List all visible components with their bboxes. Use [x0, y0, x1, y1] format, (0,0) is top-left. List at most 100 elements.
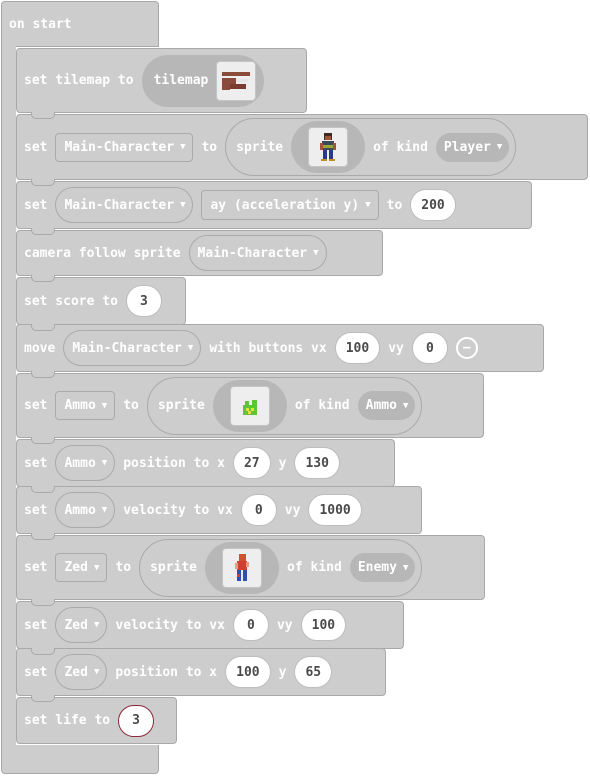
variable-name: Main-Character: [64, 197, 175, 213]
player-sprite-icon[interactable]: [308, 127, 349, 167]
main-character-variable-dropdown[interactable]: Main-Character ▼: [55, 187, 194, 223]
caret-down-icon: ▼: [93, 620, 100, 630]
set-ammo-sprite-block[interactable]: set Ammo ▼ to sprite of kind Ammo ▼: [16, 373, 484, 444]
tilemap-label: tilemap: [153, 73, 209, 88]
on-start-container-foot: [1, 745, 159, 774]
zed-variable-dropdown[interactable]: Zed ▼: [55, 654, 108, 690]
set-ammo-velocity-block[interactable]: set Ammo ▼ velocity to vx 0 vy 1000: [16, 486, 422, 540]
set-tilemap-label: set tilemap to: [24, 73, 134, 88]
set-keyword: set: [24, 455, 48, 471]
sprite-of-kind-reporter[interactable]: sprite of kind Ammo ▼: [146, 376, 423, 435]
tilemap-reporter[interactable]: tilemap: [141, 54, 265, 107]
caret-down-icon: ▼: [365, 200, 371, 210]
set-keyword: set: [24, 502, 48, 518]
caret-down-icon: ▼: [180, 142, 186, 152]
vy-keyword: vy: [284, 502, 301, 518]
set-score-block[interactable]: set score to 3: [16, 277, 186, 331]
x-value-input[interactable]: 27: [232, 447, 271, 479]
y-keyword: y: [278, 455, 287, 471]
y-value-input[interactable]: 130: [294, 447, 340, 479]
sprite-image-well[interactable]: [205, 541, 280, 594]
variable-name: Zed: [64, 560, 88, 575]
ammo-variable-dropdown[interactable]: Ammo ▼: [55, 445, 116, 481]
vy-value-input[interactable]: 0: [411, 332, 448, 364]
ammo-variable-dropdown[interactable]: Ammo ▼: [55, 492, 116, 528]
variable-name: Ammo: [64, 398, 96, 413]
tilemap-image-icon[interactable]: [216, 60, 257, 101]
sprite-property-dropdown[interactable]: ay (acceleration y) ▼: [201, 190, 379, 220]
of-kind-keyword: of kind: [294, 398, 350, 413]
sprite-image-well[interactable]: [291, 121, 366, 173]
vy-keyword: vy: [388, 340, 404, 356]
variable-name: Main-Character: [72, 340, 182, 356]
set-life-label: set life to: [24, 713, 111, 728]
variable-name: Zed: [64, 664, 88, 680]
caret-down-icon: ▼: [402, 400, 409, 411]
caret-down-icon: ▼: [496, 142, 503, 152]
sprite-image-well[interactable]: [212, 379, 287, 432]
caret-down-icon: ▼: [187, 343, 194, 353]
zed-variable-dropdown[interactable]: Zed ▼: [55, 607, 108, 643]
kind-player-dropdown[interactable]: Player ▼: [435, 132, 510, 162]
main-character-variable-dropdown[interactable]: Main-Character ▼: [188, 235, 327, 271]
set-score-label: set score to: [24, 293, 118, 309]
ammo-sprite-icon[interactable]: [229, 385, 270, 426]
kind-ammo-dropdown[interactable]: Ammo ▼: [357, 391, 416, 420]
on-start-hat-block[interactable]: on start: [1, 1, 159, 47]
sprite-of-kind-reporter[interactable]: sprite of kind Player ▼: [225, 118, 517, 176]
variable-name: Ammo: [64, 502, 96, 518]
set-zed-position-block[interactable]: set Zed ▼ position to x 100 y 65: [16, 648, 386, 702]
caret-down-icon: ▼: [313, 248, 319, 258]
kind-name: Player: [443, 139, 491, 155]
y-value-input[interactable]: 65: [294, 656, 333, 688]
kind-enemy-dropdown[interactable]: Enemy ▼: [349, 553, 416, 582]
of-kind-keyword: of kind: [287, 560, 342, 575]
move-keyword: move: [24, 340, 56, 356]
vy-keyword: vy: [276, 617, 293, 633]
caret-down-icon: ▼: [402, 562, 409, 573]
set-ammo-position-block[interactable]: set Ammo ▼ position to x 27 y 130: [16, 439, 395, 493]
set-keyword: set: [24, 617, 48, 633]
ammo-variable-dropdown[interactable]: Ammo ▼: [55, 391, 116, 420]
property-name: ay (acceleration y): [210, 197, 360, 213]
set-main-character-sprite-block[interactable]: set Main-Character ▼ to sprite of kind P…: [16, 114, 588, 186]
kind-name: Enemy: [357, 560, 397, 575]
vx-value-input[interactable]: 0: [232, 609, 269, 641]
of-kind-keyword: of kind: [373, 139, 428, 155]
camera-follow-sprite-block[interactable]: camera follow sprite Main-Character ▼: [16, 230, 383, 282]
x-value-input[interactable]: 100: [225, 656, 271, 688]
caret-down-icon: ▼: [101, 400, 108, 411]
set-keyword: set: [24, 664, 48, 680]
main-character-variable-dropdown[interactable]: Main-Character ▼: [55, 132, 194, 162]
on-start-container-arm: [1, 46, 16, 746]
main-character-variable-dropdown[interactable]: Main-Character ▼: [63, 330, 202, 366]
set-zed-sprite-block[interactable]: set Zed ▼ to sprite of kind Enemy ▼: [16, 535, 485, 606]
life-value-input[interactable]: 3: [118, 704, 155, 737]
sprite-of-kind-reporter[interactable]: sprite of kind Enemy ▼: [139, 538, 423, 597]
position-to-x-keyword: position to x: [115, 664, 218, 680]
camera-follow-label: camera follow sprite: [24, 245, 181, 261]
to-keyword: to: [201, 139, 218, 155]
ay-value-input[interactable]: 200: [410, 189, 456, 221]
kind-name: Ammo: [365, 398, 397, 413]
caret-down-icon: ▼: [101, 458, 108, 468]
set-main-character-ay-block[interactable]: set Main-Character ▼ ay (acceleration y)…: [16, 181, 532, 235]
vy-value-input[interactable]: 1000: [308, 494, 362, 526]
variable-name: Main-Character: [64, 139, 175, 155]
variable-name: Main-Character: [197, 245, 308, 261]
to-keyword: to: [123, 398, 139, 413]
enemy-sprite-icon[interactable]: [222, 547, 263, 588]
set-tilemap-block[interactable]: set tilemap to tilemap: [16, 48, 307, 119]
vy-value-input[interactable]: 100: [300, 609, 347, 641]
set-keyword: set: [24, 398, 48, 413]
zed-variable-dropdown[interactable]: Zed ▼: [55, 553, 108, 582]
set-zed-velocity-block[interactable]: set Zed ▼ velocity to vx 0 vy 100: [16, 601, 404, 655]
sprite-keyword: sprite: [157, 398, 205, 413]
move-with-buttons-block[interactable]: move Main-Character ▼ with buttons vx 10…: [16, 324, 544, 378]
minus-circle-icon[interactable]: −: [455, 337, 478, 359]
vx-value-input[interactable]: 0: [240, 494, 277, 526]
set-life-block[interactable]: set life to 3: [16, 697, 177, 744]
vx-value-input[interactable]: 100: [334, 332, 381, 364]
score-value-input[interactable]: 3: [125, 285, 162, 317]
y-keyword: y: [278, 664, 287, 680]
